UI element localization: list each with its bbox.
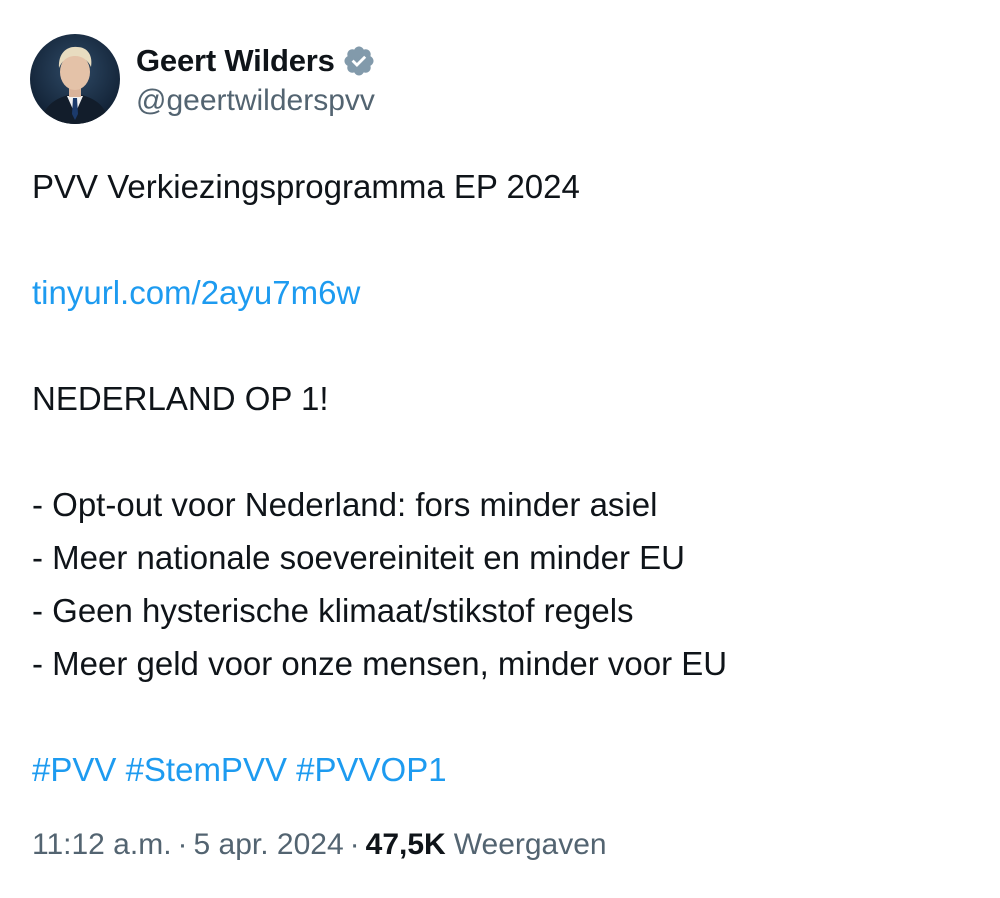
avatar[interactable] [30,34,120,124]
author-names: Geert Wilders @geertwilderspvv [136,40,376,118]
hashtag-pvv[interactable]: #PVV [32,751,116,788]
views-label[interactable]: Weergaven [454,828,607,862]
views-count[interactable]: 47,5K [366,828,446,862]
meta-separator: · [177,828,188,861]
display-name[interactable]: Geert Wilders [136,43,335,79]
tweet-card: Geert Wilders @geertwilderspvv PVV Verki… [0,0,1000,898]
tweet-date[interactable]: 5 apr. 2024 [194,828,344,862]
meta-separator: · [349,828,360,861]
avatar-image [30,34,120,124]
hashtag-stempvv[interactable]: #StemPVV [126,751,287,788]
tweet-text: PVV Verkiezingsprogramma EP 2024 tinyurl… [32,160,972,796]
verified-badge-icon[interactable] [342,44,376,78]
name-row: Geert Wilders [136,40,376,82]
bullet-line: - Meer nationale soevereiniteit en minde… [32,539,685,576]
link-line: tinyurl.com/2ayu7m6w [32,266,972,319]
bullet-line: - Meer geld voor onze mensen, minder voo… [32,645,728,682]
tweet-title-line: PVV Verkiezingsprogramma EP 2024 [32,168,580,205]
bullet-line: - Opt-out voor Nederland: fors minder as… [32,486,658,523]
tweet-meta: 11:12 a.m. · 5 apr. 2024 · 47,5K Weergav… [32,828,607,862]
tweet-time[interactable]: 11:12 a.m. [32,828,172,862]
slogan-line: NEDERLAND OP 1! [32,380,329,417]
hashtag-line: #PVV #StemPVV #PVVOP1 [32,743,972,796]
bullet-line: - Geen hysterische klimaat/stikstof rege… [32,592,634,629]
author-handle[interactable]: @geertwilderspvv [136,84,376,118]
tweet-link[interactable]: tinyurl.com/2ayu7m6w [32,274,360,311]
tweet-header: Geert Wilders @geertwilderspvv [30,33,376,125]
hashtag-pvvop1[interactable]: #PVVOP1 [296,751,446,788]
